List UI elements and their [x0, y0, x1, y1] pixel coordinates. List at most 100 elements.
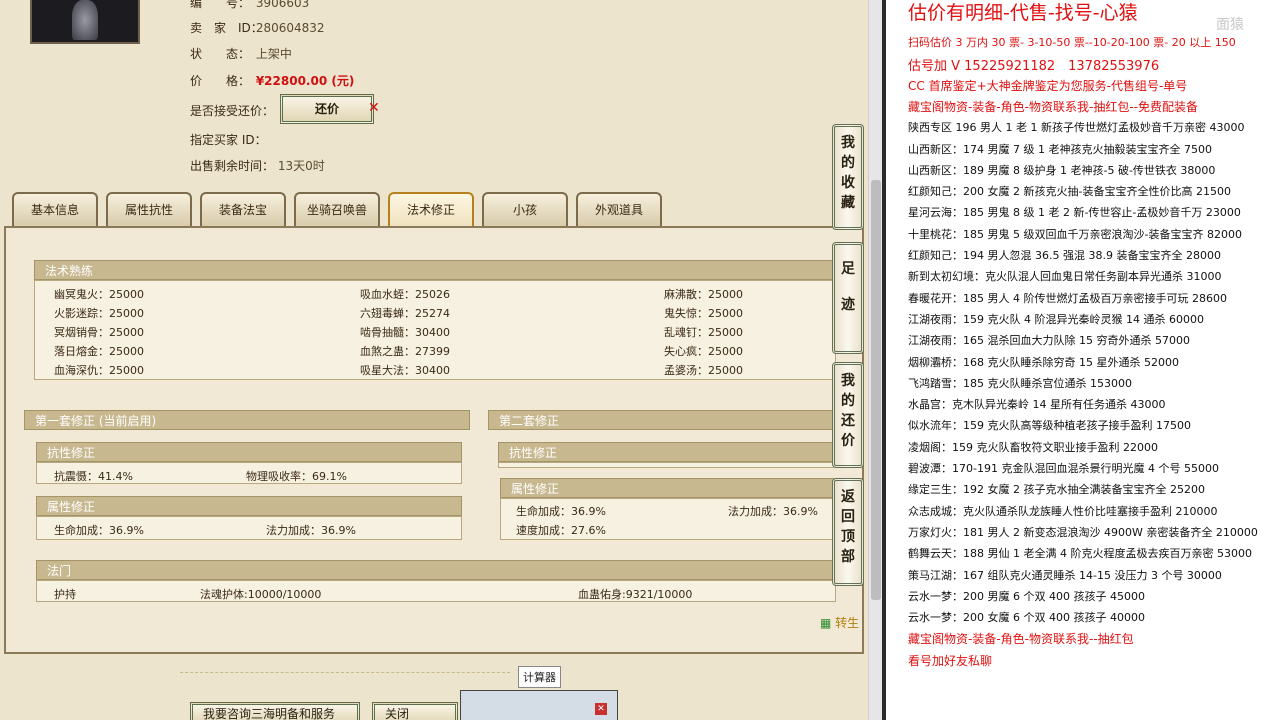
status-value: 上架中: [255, 47, 292, 61]
bargain-button[interactable]: 还价: [280, 94, 374, 124]
note-line: 春暖花开：185 男人 4 阶传世燃灯孟极百万亲密接手可玩 28600: [908, 291, 1227, 305]
buyer-row: 指定买家 ID：: [190, 131, 267, 148]
status-row: 状 态： 上架中: [190, 45, 292, 62]
calculator-link[interactable]: ▦ 转生: [820, 614, 859, 631]
note-line: 藏宝阁物资-装备-角色-物资联系我-抽红包--免费配装备: [908, 99, 1198, 114]
seller-row: 卖 家 ID： 280604832: [190, 19, 325, 36]
bargain-row: 是否接受还价：: [190, 102, 274, 119]
dashed-divider: [180, 672, 510, 673]
set2-resist-box: [498, 462, 834, 468]
mastery-cell: 乱魂钉：25000: [664, 326, 743, 339]
note-line: 十里桃花：185 男鬼 5 级双回血千万亲密浪淘沙-装备宝宝齐 82000: [908, 227, 1242, 241]
scroll-thumb[interactable]: [871, 180, 881, 600]
screen: 编 号： 3906603 卖 家 ID： 280604832 状 态： 上架中 …: [0, 0, 1280, 720]
listing-number-label: 编 号：: [190, 0, 251, 10]
note-line: 凌烟阁：159 克火队畜牧符文职业接手盈利 22000: [908, 440, 1158, 454]
mastery-cell: 冥烟销骨：25000: [54, 326, 144, 339]
close-button[interactable]: 关闭: [372, 702, 458, 720]
mastery-cell: 火影迷踪：25000: [54, 307, 144, 320]
seller-id-label: 卖 家 ID：: [190, 21, 263, 35]
note-line: 看号加好友私聊: [908, 653, 993, 668]
set1-resist-cell: 物理吸收率：69.1%: [246, 470, 347, 483]
note-line: 藏宝阁物资-装备-角色-物资联系我--抽红包: [908, 632, 1134, 647]
notepad-panel[interactable]: 估价有明细-代售-找号-心猿 面猿 扫码估价 3 万内 30 票- 3-10-5…: [886, 0, 1280, 720]
note-line: 鹤舞云天：188 男仙 1 老全满 4 阶克火程度孟极去疾百万亲密 53000: [908, 547, 1252, 561]
note-line: 江湖夜雨：165 混杀回血大力队除 15 穷奇外通杀 57000: [908, 334, 1190, 348]
note-line: 似水流年：159 克火队高等级种植老孩子接手盈利 17500: [908, 419, 1191, 433]
fabao-box: [36, 580, 836, 602]
tab-equipment[interactable]: 装备法宝: [200, 192, 286, 226]
mastery-cell: 啮骨抽髓：30400: [360, 326, 450, 339]
note-line: 江湖夜雨：159 克火队 4 阶混异光秦岭灵猴 14 通杀 60000: [908, 312, 1204, 326]
price-row: 价 格： ¥22800.00 (元): [190, 72, 354, 89]
note-line: 缘定三生：192 女魔 2 孩子克水抽全满装备宝宝齐全 25200: [908, 483, 1205, 497]
mastery-cell: 吸血水蛭：25026: [360, 288, 450, 301]
mastery-cell: 孟婆汤：25000: [664, 364, 743, 377]
remaining-row: 出售剩余时间： 13天0时: [190, 157, 325, 174]
note-line: 山西新区：189 男魔 8 级护身 1 老神孩-5 破-传世铁衣 38000: [908, 163, 1216, 177]
set2-attr-header: 属性修正: [500, 478, 834, 498]
mastery-cell: 麻沸散：25000: [664, 288, 743, 301]
close-icon[interactable]: ✕: [595, 703, 607, 715]
remaining-time-label: 出售剩余时间：: [190, 159, 275, 173]
note-line: 红颜知己：194 男人忽混 36.5 强混 38.9 装备宝宝齐全 28000: [908, 249, 1221, 262]
tab-basic-info[interactable]: 基本信息: [12, 192, 98, 226]
note-line: 策马江湖：167 组队克火通灵睡杀 14-15 没压力 3 个号 30000: [908, 568, 1222, 582]
tab-appearance[interactable]: 外观道具: [576, 192, 662, 226]
trade-listing-page: 编 号： 3906603 卖 家 ID： 280604832 状 态： 上架中 …: [0, 0, 868, 720]
fabao-cell: 护持: [54, 588, 76, 601]
note-line: 烟柳灞桥：168 克火队睡杀除穷奇 15 星外通杀 52000: [908, 355, 1179, 369]
calculator-icon: ▦: [820, 616, 832, 630]
note-line: 众志成城：克火队通杀队龙族睡人性价比哇塞接手盈利 210000: [908, 504, 1218, 518]
note-line: 星河云海：185 男鬼 8 级 1 老 2 新-传世容止-孟极妙音千万 2300…: [908, 206, 1241, 220]
mastery-cell: 失心疯：25000: [664, 345, 743, 358]
my-bargains-button[interactable]: 我的还价: [832, 362, 864, 468]
mastery-cell: 落日熔金：25000: [54, 345, 144, 358]
spell-modify-panel: 法术熟练 幽冥鬼火：25000 吸血水蛭：25026 麻沸散：25000 火影迷…: [4, 226, 864, 654]
set2-attr-cell: 生命加成：36.9%: [516, 505, 606, 518]
set2-header: 第二套修正: [488, 410, 834, 430]
tab-mounts-pets[interactable]: 坐骑召唤兽: [294, 192, 380, 226]
note-line: 估号加 V 15225921182 13782553976: [908, 59, 1160, 75]
calculator-window-thumbnail[interactable]: ✕: [460, 690, 618, 720]
footprint-button[interactable]: 足迹: [832, 242, 864, 354]
listing-number-row: 编 号： 3906603: [190, 0, 309, 11]
set2-resist-header: 抗性修正: [498, 442, 834, 462]
my-favorites-button[interactable]: 我的收藏: [832, 124, 864, 230]
fabao-cell: 血蛊佑身:9321/10000: [578, 588, 693, 601]
note-line: 水晶宫：克木队异光秦岭 14 星所有任务通杀 43000: [908, 398, 1166, 412]
mastery-cell: 血海深仇：25000: [54, 364, 144, 377]
set1-resist-cell: 抗震慑：41.4%: [54, 470, 133, 483]
note-line: 云水一梦：200 男魔 6 个双 400 孩孩子 45000: [908, 589, 1145, 603]
set1-resist-header: 抗性修正: [36, 442, 462, 462]
fabao-header: 法门: [36, 560, 836, 580]
character-portrait: [30, 0, 140, 44]
tab-attributes[interactable]: 属性抗性: [106, 192, 192, 226]
close-x-icon: ✕: [368, 100, 380, 116]
watermark-text: 面猿: [1216, 17, 1244, 33]
set1-attr-cell: 法力加成：36.9%: [266, 524, 356, 537]
note-line: 扫码估价 3 万内 30 票- 3-10-50 票--10-20-100 票- …: [908, 36, 1236, 49]
set1-attr-cell: 生命加成：36.9%: [54, 524, 144, 537]
note-line: 万家灯火：181 男人 2 新变态混浪淘沙 4900W 亲密装备齐全 21000…: [908, 525, 1258, 539]
price-label: 价 格：: [190, 74, 251, 88]
note-line: 山西新区：174 男魔 7 级 1 老神孩克火抽毅装宝宝齐全 7500: [908, 142, 1212, 156]
note-line: 新到太初幻境：克火队混人回血鬼日常任务副本异光通杀 31000: [908, 270, 1222, 284]
mastery-cell: 吸星大法：30400: [360, 364, 450, 377]
spell-mastery-header: 法术熟练: [34, 260, 836, 280]
mastery-cell: 幽冥鬼火：25000: [54, 288, 144, 301]
listing-number-value: 3906603: [255, 0, 310, 10]
consult-button[interactable]: 我要咨询三海明备和服务: [190, 702, 360, 720]
note-line: 飞鸿踏雪：185 克火队睡杀宫位通杀 153000: [908, 376, 1132, 390]
mastery-cell: 鬼失惊：25000: [664, 307, 743, 320]
fabao-cell: 法魂护体:10000/10000: [200, 588, 322, 601]
tab-spell-modify[interactable]: 法术修正: [388, 192, 474, 226]
designated-buyer-label: 指定买家 ID：: [190, 133, 267, 147]
seller-id-value: 280604832: [255, 21, 325, 35]
set2-attr-cell: 法力加成：36.9%: [728, 505, 818, 518]
tab-children[interactable]: 小孩: [482, 192, 568, 226]
page-scrollbar[interactable]: [868, 0, 882, 720]
back-to-top-button[interactable]: 返回顶部: [832, 478, 864, 586]
note-line: 红颜知己：200 女魔 2 新孩克火抽-装备宝宝齐全性价比高 21500: [908, 185, 1231, 199]
note-line: 碧波潭：170-191 克金队混回血混杀景行明光魔 4 个号 55000: [908, 462, 1219, 475]
